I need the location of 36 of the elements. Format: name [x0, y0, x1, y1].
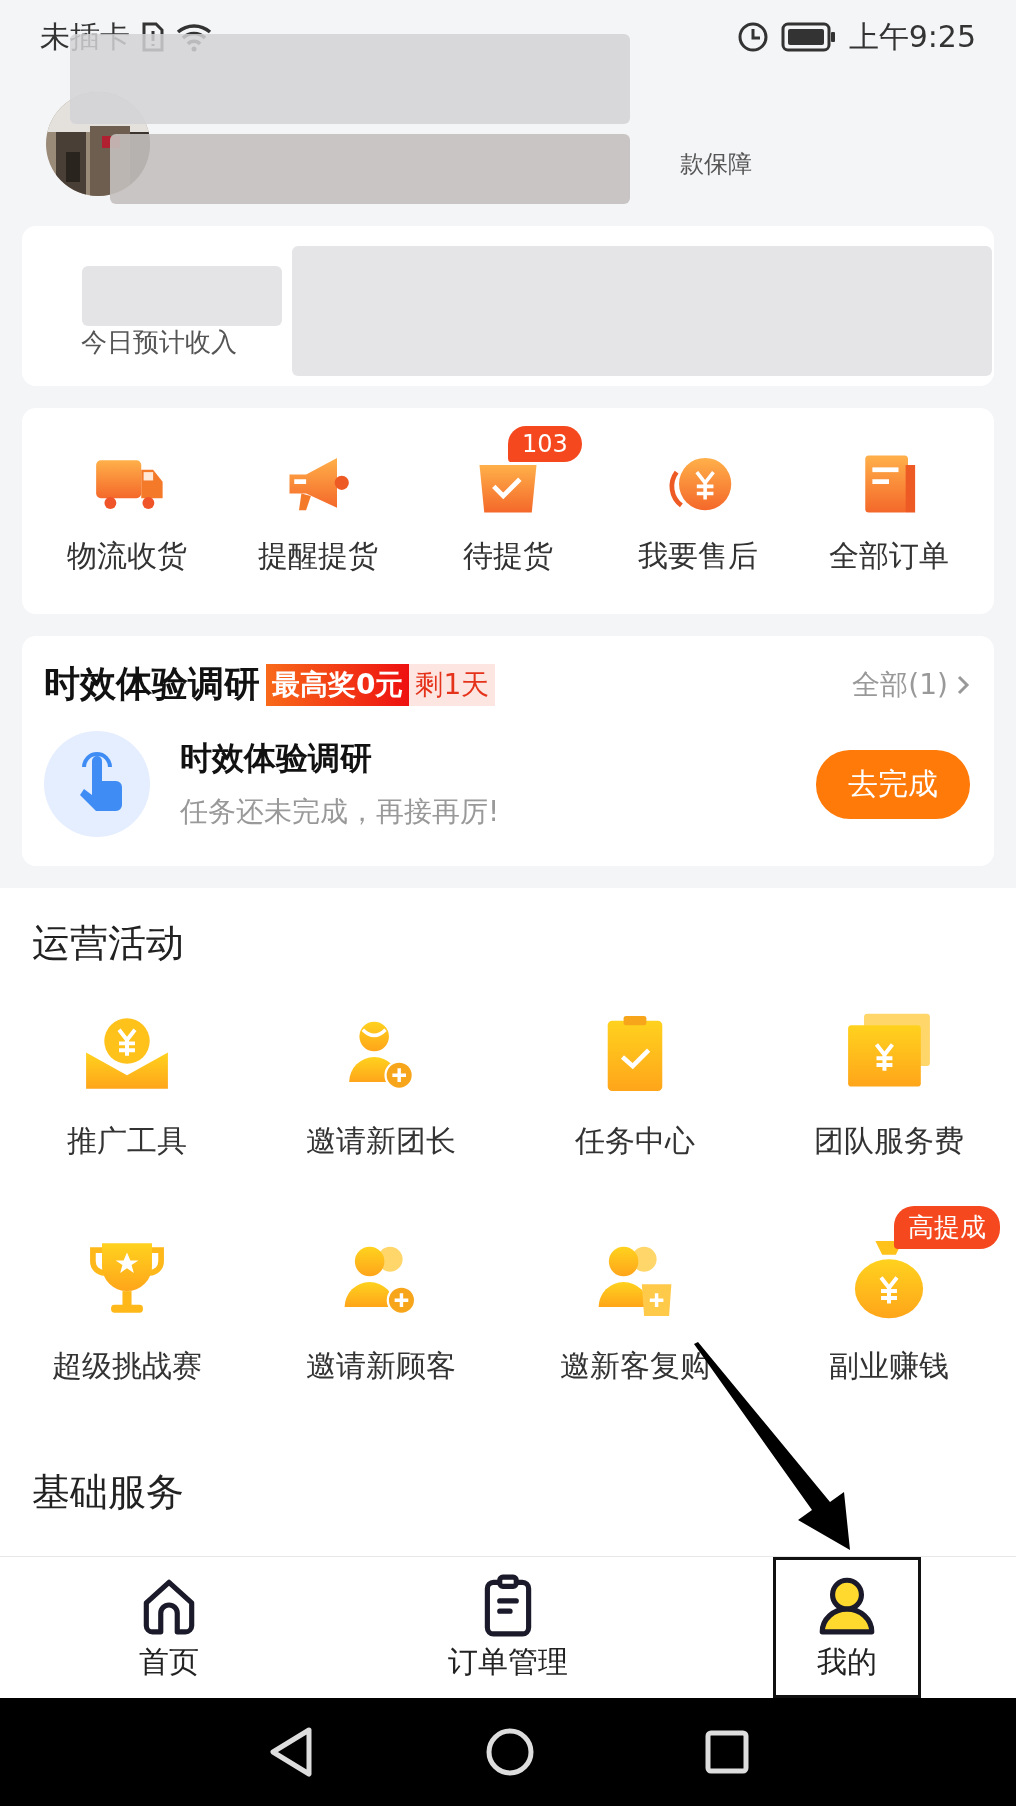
tab[interactable]: 订单管理 [434, 1557, 582, 1698]
back-icon[interactable] [267, 1726, 315, 1778]
remaining-tag: 剩1天 [409, 663, 496, 706]
activity-label[interactable]: 副业赚钱 [829, 1346, 949, 1387]
battery-icon [780, 21, 837, 53]
promo-badge: 高提成 [894, 1206, 1001, 1249]
shortcut-label[interactable]: 提醒提货 [257, 535, 378, 577]
shortcut-label[interactable]: 全部订单 [828, 535, 949, 577]
tab[interactable]: 我的 [772, 1557, 921, 1698]
activity-label[interactable]: 超级挑战赛 [52, 1346, 202, 1387]
activity-label[interactable]: 团队服务费 [814, 1121, 964, 1162]
activity-label[interactable]: 推广工具 [67, 1121, 187, 1162]
clock-text: 上午9:25 [848, 17, 976, 56]
shortcut-label[interactable]: 我要售后 [638, 535, 759, 577]
tap-icon [44, 731, 150, 837]
section-title: 运营活动 [32, 920, 185, 967]
home-icon[interactable] [485, 1727, 535, 1777]
activity-label[interactable]: 邀新客复购 [560, 1346, 710, 1387]
chevron-icon [956, 673, 970, 696]
activity-label[interactable]: 邀请新团长 [306, 1121, 456, 1162]
reward-tag: 最高奖0元 [266, 663, 410, 706]
guarantee-text: 款保障 [680, 149, 752, 180]
count-badge: 103 [508, 425, 582, 462]
section-title: 基础服务 [32, 1469, 185, 1516]
activity-label[interactable]: 任务中心 [575, 1121, 695, 1162]
recents-icon[interactable] [705, 1730, 749, 1774]
tab[interactable]: 首页 [95, 1557, 244, 1698]
stat-label: 今日预计收入 [79, 326, 238, 359]
shortcut-label[interactable]: 待提货 [463, 535, 553, 577]
alarm-icon [736, 21, 769, 53]
task-subtitle: 任务还未完成，再接再厉! [180, 794, 501, 830]
task-title: 时效体验调研 [180, 738, 373, 779]
carrier-text: 未插卡 [40, 17, 130, 56]
survey-title: 时效体验调研 [44, 662, 260, 706]
activity-label[interactable]: 邀请新顾客 [306, 1346, 456, 1387]
shortcut-label[interactable]: 物流收货 [67, 535, 188, 577]
